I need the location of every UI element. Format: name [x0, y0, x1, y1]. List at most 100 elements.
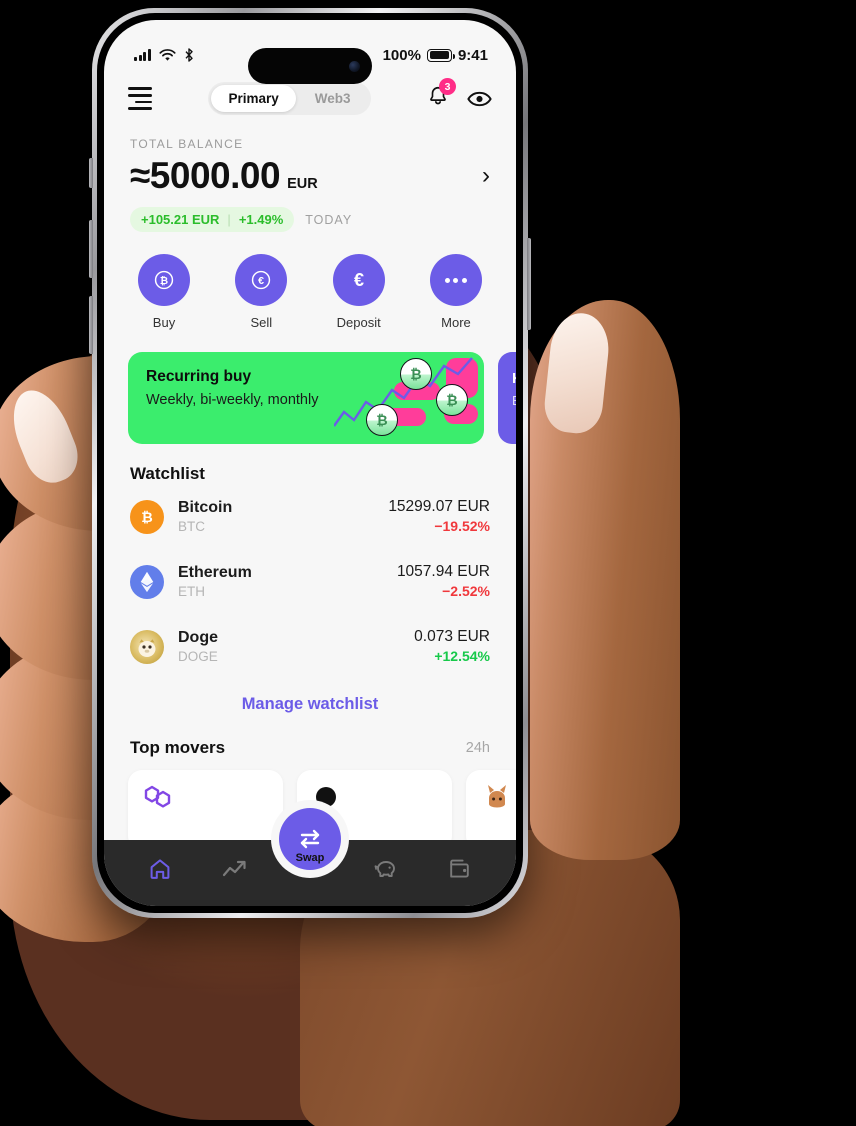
- dogecoin-icon: [130, 629, 164, 664]
- cellular-bars-icon: [134, 49, 151, 61]
- swap-fab-container: Swap: [271, 800, 349, 878]
- ellipsis-icon: [429, 254, 482, 306]
- svg-text:₿: ₿: [160, 275, 168, 287]
- action-buy-label: Buy: [152, 315, 176, 330]
- swap-fab-label: Swap: [295, 852, 325, 864]
- phone-screen: 100% 9:41 Primary Web3 3 TOTAL BALANCE ≈…: [104, 20, 516, 906]
- action-more-label: More: [441, 315, 471, 330]
- front-camera-icon: [349, 60, 360, 72]
- hamburger-menu-icon[interactable]: [128, 87, 152, 110]
- action-more[interactable]: More: [429, 254, 482, 330]
- battery-full-icon: [426, 48, 455, 62]
- manage-watchlist-link[interactable]: Manage watchlist: [104, 679, 516, 718]
- svg-text:€: €: [354, 270, 364, 290]
- coin-change: +12.54%: [434, 648, 490, 665]
- balance-change-row: +105.21 EUR | +1.49% TODAY: [130, 207, 490, 232]
- balance-change-pill: +105.21 EUR | +1.49%: [130, 207, 295, 232]
- top-movers-timeframe[interactable]: 24h: [466, 740, 490, 756]
- coin-graphic: ₿: [400, 358, 432, 390]
- action-sell[interactable]: € Sell: [235, 254, 288, 330]
- hand-thumb: [530, 300, 680, 860]
- coin-name: Ethereum: [178, 563, 252, 581]
- coin-change: −2.52%: [442, 583, 490, 600]
- top-mover-card-pancakeswap[interactable]: [466, 770, 516, 851]
- swap-arrows-icon: [300, 829, 320, 849]
- euro-icon: €: [332, 254, 385, 306]
- change-period-label: TODAY: [305, 212, 353, 227]
- nav-item-markets[interactable]: [211, 849, 259, 889]
- promo-title: K: [512, 370, 516, 387]
- top-mover-card-polygon[interactable]: [128, 770, 283, 851]
- thumbnail: [541, 310, 613, 436]
- watchlist-row-bitcoin[interactable]: ₿ Bitcoin BTC 15299.07 EUR −19.52%: [104, 484, 516, 549]
- bluetooth-icon: [184, 48, 193, 62]
- quick-actions-row: ₿ Buy € Sell € Deposit More: [104, 232, 516, 330]
- power-button[interactable]: [527, 238, 531, 330]
- coin-symbol: ETH: [178, 583, 205, 599]
- fingernail: [1, 381, 87, 491]
- clock-label: 9:41: [457, 46, 488, 64]
- coin-change: −19.52%: [434, 518, 490, 535]
- change-separator: |: [227, 212, 231, 227]
- balance-currency: EUR: [287, 176, 318, 192]
- euro-circle-icon: €: [235, 254, 288, 306]
- balance-amount: ≈5000.00: [130, 155, 281, 196]
- wifi-icon: [158, 48, 176, 61]
- balance-row[interactable]: ≈5000.00 EUR ›: [130, 155, 490, 197]
- tab-primary[interactable]: Primary: [211, 85, 296, 112]
- pancakeswap-rabbit-icon: [488, 785, 506, 808]
- action-buy[interactable]: ₿ Buy: [138, 254, 190, 330]
- bitcoin-icon: ₿: [130, 499, 164, 534]
- notifications-button[interactable]: 3: [427, 78, 456, 112]
- watchlist-header: Watchlist: [104, 444, 516, 484]
- change-value: +105.21 EUR: [141, 212, 220, 227]
- svg-text:€: €: [258, 275, 264, 287]
- mute-switch[interactable]: [89, 158, 93, 188]
- watchlist-title: Watchlist: [130, 464, 205, 483]
- home-icon: [150, 859, 169, 879]
- change-percent: +1.49%: [238, 212, 284, 227]
- coin-symbol: DOGE: [178, 648, 218, 664]
- promo-artwork: ₿ ₿ ₿: [334, 352, 484, 444]
- battery-percent-label: 100%: [382, 46, 421, 64]
- tab-web3[interactable]: Web3: [298, 85, 368, 112]
- coin-name: Bitcoin: [178, 498, 233, 516]
- watchlist-row-doge[interactable]: Doge DOGE 0.073 EUR +12.54%: [104, 614, 516, 679]
- promo-subtitle: E: [512, 393, 516, 408]
- coin-price: 0.073 EUR: [414, 628, 490, 646]
- chevron-right-icon[interactable]: ›: [482, 164, 490, 188]
- coin-name: Doge: [178, 628, 218, 646]
- svg-text:₿: ₿: [141, 510, 153, 526]
- wallet-icon: [450, 859, 470, 878]
- eye-icon[interactable]: [467, 89, 492, 109]
- nav-item-wallet[interactable]: [436, 849, 484, 889]
- account-segmented-control[interactable]: Primary Web3: [208, 82, 371, 115]
- nav-item-earn[interactable]: [361, 849, 409, 889]
- coin-price: 1057.94 EUR: [396, 563, 490, 581]
- total-balance-label: TOTAL BALANCE: [130, 137, 244, 151]
- coin-symbol: BTC: [178, 518, 205, 534]
- action-sell-label: Sell: [250, 315, 273, 330]
- top-movers-header: Top movers 24h: [104, 718, 516, 758]
- coin-graphic: ₿: [436, 384, 468, 416]
- notification-badge: 3: [439, 78, 456, 95]
- coin-price: 15299.07 EUR: [388, 498, 490, 515]
- phone-bezel: 100% 9:41 Primary Web3 3 TOTAL BALANCE ≈…: [97, 13, 523, 913]
- promo-card-secondary[interactable]: K E: [498, 352, 516, 444]
- action-deposit[interactable]: € Deposit: [332, 254, 385, 330]
- bitcoin-circle-icon: ₿: [138, 254, 190, 306]
- screenshot-stage: 100% 9:41 Primary Web3 3 TOTAL BALANCE ≈…: [0, 0, 856, 1126]
- ethereum-icon: [130, 564, 164, 599]
- volume-down-button[interactable]: [89, 296, 93, 354]
- promo-carousel[interactable]: Recurring buy Weekly, bi-weekly, monthly…: [104, 330, 516, 444]
- phone-device: 100% 9:41 Primary Web3 3 TOTAL BALANCE ≈…: [89, 8, 531, 918]
- trending-up-icon: [222, 860, 246, 877]
- polygon-icon: [144, 785, 171, 808]
- top-movers-title: Top movers: [130, 738, 226, 758]
- coin-graphic: ₿: [366, 404, 398, 436]
- watchlist-row-ethereum[interactable]: Ethereum ETH 1057.94 EUR −2.52%: [104, 549, 516, 614]
- volume-up-button[interactable]: [89, 220, 93, 278]
- dynamic-island: [248, 48, 372, 84]
- promo-card-recurring-buy[interactable]: Recurring buy Weekly, bi-weekly, monthly…: [128, 352, 484, 444]
- nav-item-home[interactable]: [136, 849, 184, 889]
